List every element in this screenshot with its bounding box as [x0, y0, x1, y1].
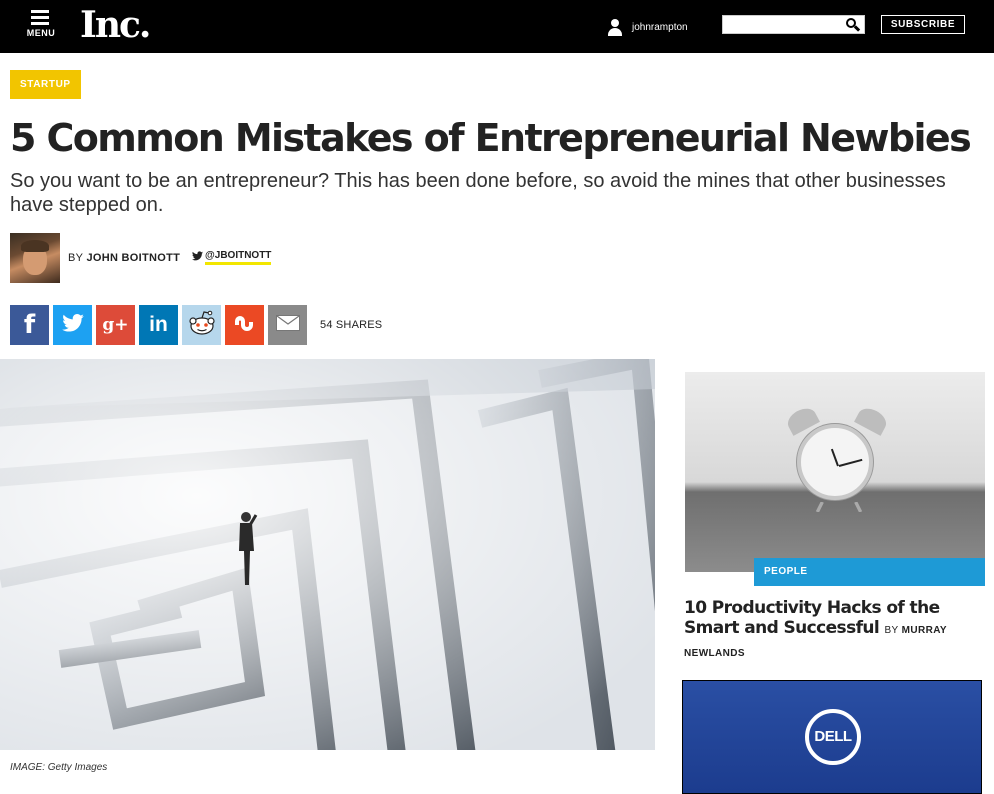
byline: BY JOHN BOITNOTT [68, 252, 180, 264]
username: johnrampton [632, 21, 688, 33]
hamburger-icon-bar [31, 10, 49, 13]
share-bar: f g+ in [10, 305, 311, 345]
dell-logo: DELL [805, 709, 861, 765]
share-count: 54 SHARES [320, 319, 383, 331]
maze-illustration [0, 359, 655, 750]
share-email-button[interactable] [268, 305, 307, 345]
search-box [722, 15, 865, 34]
inc-logo[interactable]: Inc. [80, 4, 151, 46]
article-hero-image [0, 359, 655, 750]
linkedin-icon: in [149, 313, 168, 336]
sidebar-story-headline[interactable]: 10 Productivity Hacks of the Smart and S… [684, 598, 984, 664]
menu-label: MENU [26, 28, 56, 38]
twitter-icon [192, 251, 203, 264]
user-account-link[interactable]: johnrampton [606, 17, 688, 37]
category-tag[interactable]: STARTUP [10, 70, 81, 99]
facebook-icon: f [23, 310, 36, 340]
reddit-icon [187, 310, 217, 341]
share-facebook-button[interactable]: f [10, 305, 49, 345]
image-caption: IMAGE: Getty Images [10, 762, 108, 773]
subscribe-button[interactable]: SUBSCRIBE [881, 15, 965, 34]
share-linkedin-button[interactable]: in [139, 305, 178, 345]
share-stumbleupon-button[interactable] [225, 305, 264, 345]
share-google-plus-button[interactable]: g+ [96, 305, 135, 345]
google-plus-icon: g+ [102, 315, 129, 335]
menu-button[interactable]: MENU [26, 10, 56, 42]
alarm-clock-image [784, 404, 890, 512]
sidebar-story-image[interactable] [685, 372, 985, 572]
article-headline: 5 Common Mistakes of Entrepreneurial New… [10, 116, 972, 160]
user-icon [606, 18, 624, 36]
email-icon [275, 314, 300, 336]
search-input[interactable] [726, 18, 838, 32]
article-dek: So you want to be an entrepreneur? This … [10, 170, 946, 216]
sidebar-story-tag[interactable]: PEOPLE [754, 558, 985, 586]
top-nav-bar: MENU Inc. johnrampton SUBSCRIBE [0, 0, 994, 53]
twitter-icon [61, 312, 84, 338]
share-twitter-button[interactable] [53, 305, 92, 345]
hamburger-icon-bar [31, 22, 49, 25]
twitter-handle: @JBOITNOTT [205, 250, 272, 265]
byline-prefix: BY [68, 252, 87, 264]
hamburger-icon-bar [31, 16, 49, 19]
author-name[interactable]: JOHN BOITNOTT [86, 252, 180, 264]
dell-advertisement[interactable]: DELL [682, 680, 982, 794]
author-avatar[interactable] [10, 233, 60, 283]
stumbleupon-icon [233, 314, 257, 337]
search-icon[interactable] [846, 18, 861, 32]
share-reddit-button[interactable] [182, 305, 221, 345]
author-twitter-link[interactable]: @JBOITNOTT [192, 250, 272, 265]
sidebar-byline-prefix: BY [884, 625, 902, 636]
